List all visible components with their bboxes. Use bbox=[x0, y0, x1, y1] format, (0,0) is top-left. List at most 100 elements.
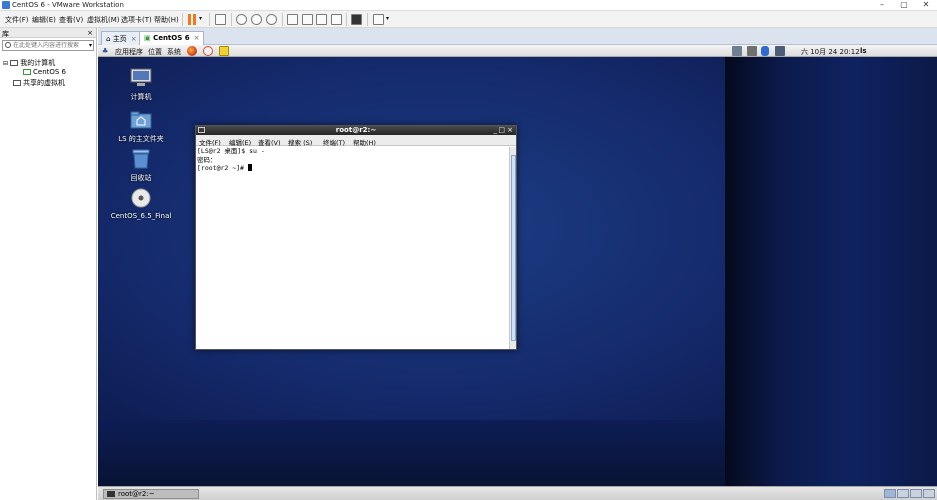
workspace-3[interactable] bbox=[910, 489, 922, 498]
library-title: 库 bbox=[2, 30, 9, 38]
workspace-4[interactable] bbox=[923, 489, 935, 498]
firefox-icon[interactable] bbox=[187, 46, 197, 56]
volume-muted-icon[interactable] bbox=[747, 46, 757, 56]
toolbar-separator bbox=[231, 13, 232, 26]
menu-applications[interactable]: 应用程序 bbox=[115, 47, 143, 57]
network-icon[interactable] bbox=[732, 46, 742, 56]
terminal-scrollbar[interactable] bbox=[509, 147, 516, 349]
pause-dropdown-icon[interactable]: ▾ bbox=[199, 15, 202, 22]
terminal-output[interactable]: [LS@r2 桌面]$ su - 密码： [root@r2 ~]# bbox=[196, 147, 509, 349]
mail-icon[interactable] bbox=[203, 46, 213, 56]
terminal-menu-edit[interactable]: 编辑(E) bbox=[229, 137, 251, 147]
workspace-1[interactable] bbox=[884, 489, 896, 498]
terminal-task-icon bbox=[107, 491, 115, 497]
terminal-cursor bbox=[247, 164, 252, 171]
search-icon bbox=[5, 42, 11, 48]
terminal-icon bbox=[198, 127, 205, 133]
search-dropdown-icon[interactable]: ▾ bbox=[89, 42, 92, 49]
menu-help[interactable]: 帮助(H) bbox=[154, 15, 179, 25]
terminal-line: [root@r2 ~]# bbox=[197, 164, 248, 172]
tree-shared-vms[interactable]: 共享的虚拟机 bbox=[13, 78, 65, 88]
console-view-icon[interactable] bbox=[351, 14, 362, 25]
terminal-maximize-button[interactable]: □ bbox=[498, 126, 505, 135]
revert-snapshot-icon[interactable] bbox=[251, 14, 262, 25]
desktop-icon-trash[interactable]: 回收站 bbox=[106, 149, 176, 183]
tab-home[interactable]: ⌂ 主页 × bbox=[101, 31, 142, 45]
tree-vm-centos[interactable]: CentOS 6 bbox=[23, 68, 66, 76]
menu-vm[interactable]: 虚拟机(M) bbox=[87, 15, 120, 25]
desktop-icon-dvd-label: CentOS_6.5_Final bbox=[110, 212, 172, 220]
terminal-titlebar[interactable]: root@r2:~ _ □ × bbox=[196, 126, 516, 135]
unity-icon[interactable] bbox=[331, 14, 342, 25]
send-ctrl-alt-del-icon[interactable] bbox=[215, 14, 226, 25]
bluetooth-icon[interactable] bbox=[761, 46, 769, 56]
panel-clock[interactable]: 六 10月 24 20:12 bbox=[801, 47, 860, 57]
library-search-input[interactable] bbox=[13, 41, 87, 50]
window-titlebar: CentOS 6 - VMware Workstation – ▢ ✕ bbox=[0, 0, 937, 11]
menu-view[interactable]: 查看(V) bbox=[59, 15, 83, 25]
computer-icon bbox=[130, 68, 152, 86]
toolbar-separator bbox=[367, 13, 368, 26]
window-title: CentOS 6 - VMware Workstation bbox=[12, 1, 124, 9]
menu-file[interactable]: 文件(F) bbox=[5, 15, 29, 25]
terminal-scrollbar-thumb[interactable] bbox=[511, 155, 516, 341]
terminal-menu-help[interactable]: 帮助(H) bbox=[353, 137, 376, 147]
display-icon[interactable] bbox=[775, 46, 785, 56]
terminal-close-button[interactable]: × bbox=[507, 126, 513, 135]
terminal-menu-terminal[interactable]: 终端(T) bbox=[323, 137, 345, 147]
toolbar-separator bbox=[346, 13, 347, 26]
vm-screen[interactable]: ♣ 应用程序 位置 系统 六 10月 24 20:12 ls 计算机 LS 的主… bbox=[98, 45, 937, 500]
snapshot-icon[interactable] bbox=[236, 14, 247, 25]
pause-icon[interactable] bbox=[188, 14, 191, 25]
close-button[interactable]: ✕ bbox=[915, 0, 937, 11]
terminal-line: [LS@r2 桌面]$ su - bbox=[197, 147, 265, 155]
terminal-menubar: 文件(F) 编辑(E) 查看(V) 搜索 (S) 终端(T) 帮助(H) bbox=[196, 135, 516, 147]
menu-edit[interactable]: 编辑(E) bbox=[32, 15, 56, 25]
minimize-button[interactable]: – bbox=[871, 0, 893, 11]
stretch-view-icon[interactable] bbox=[373, 14, 384, 25]
home-folder-icon bbox=[130, 111, 152, 129]
desktop-icon-trash-label: 回收站 bbox=[130, 174, 152, 182]
terminal-menu-search[interactable]: 搜索 (S) bbox=[288, 137, 312, 147]
toolbar-separator bbox=[182, 13, 183, 26]
tree-shared-label: 共享的虚拟机 bbox=[23, 79, 65, 87]
terminal-menu-view[interactable]: 查看(V) bbox=[258, 137, 281, 147]
trash-icon bbox=[132, 149, 150, 169]
notes-icon[interactable] bbox=[219, 46, 229, 56]
desktop-icon-home[interactable]: LS 的主文件夹 bbox=[106, 110, 176, 144]
terminal-minimize-button[interactable]: _ bbox=[494, 126, 498, 135]
terminal-menu-file[interactable]: 文件(F) bbox=[199, 137, 221, 147]
terminal-title: root@r2:~ bbox=[335, 126, 377, 134]
workspace-2[interactable] bbox=[897, 489, 909, 498]
computer-icon bbox=[10, 60, 19, 66]
show-thumbnail-icon[interactable] bbox=[302, 14, 313, 25]
menu-bar: 文件(F) 编辑(E) 查看(V) 虚拟机(M) 选项卡(T) 帮助(H) ▾ … bbox=[0, 11, 937, 28]
desktop-icon-dvd[interactable]: CentOS_6.5_Final bbox=[106, 188, 176, 220]
library-search[interactable]: ▾ bbox=[2, 40, 94, 51]
tab-centos[interactable]: ▣ CentOS 6 × bbox=[139, 31, 205, 45]
pause-icon-bar[interactable] bbox=[193, 14, 196, 25]
taskbar-terminal-button[interactable]: root@r2:~ bbox=[103, 489, 199, 499]
taskbar-terminal-label: root@r2:~ bbox=[118, 490, 155, 498]
stretch-dropdown-icon[interactable]: ▾ bbox=[386, 15, 389, 22]
menu-system[interactable]: 系统 bbox=[167, 47, 181, 57]
collapse-icon[interactable]: ⊟ bbox=[3, 60, 8, 67]
gnome-foot-icon: ♣ bbox=[102, 47, 109, 55]
snapshot-manager-icon[interactable] bbox=[266, 14, 277, 25]
full-screen-icon[interactable] bbox=[316, 14, 327, 25]
tab-centos-close-icon[interactable]: × bbox=[194, 34, 200, 42]
tree-vm-label: CentOS 6 bbox=[33, 68, 67, 76]
library-close-icon[interactable]: × bbox=[87, 29, 93, 37]
panel-user[interactable]: ls bbox=[860, 47, 867, 55]
show-library-icon[interactable] bbox=[287, 14, 298, 25]
menu-places[interactable]: 位置 bbox=[148, 47, 162, 57]
terminal-window[interactable]: root@r2:~ _ □ × 文件(F) 编辑(E) 查看(V) 搜索 (S)… bbox=[195, 125, 517, 350]
tab-home-close-icon[interactable]: × bbox=[131, 35, 137, 43]
menu-tabs[interactable]: 选项卡(T) bbox=[121, 15, 152, 25]
desktop-icon-computer[interactable]: 计算机 bbox=[106, 68, 176, 102]
tree-my-computer[interactable]: ⊟ 我的计算机 bbox=[3, 58, 55, 68]
tree-my-computer-label: 我的计算机 bbox=[20, 59, 56, 67]
maximize-button[interactable]: ▢ bbox=[893, 0, 915, 11]
tab-centos-label: CentOS 6 bbox=[153, 34, 190, 42]
wallpaper-floor bbox=[98, 420, 725, 486]
